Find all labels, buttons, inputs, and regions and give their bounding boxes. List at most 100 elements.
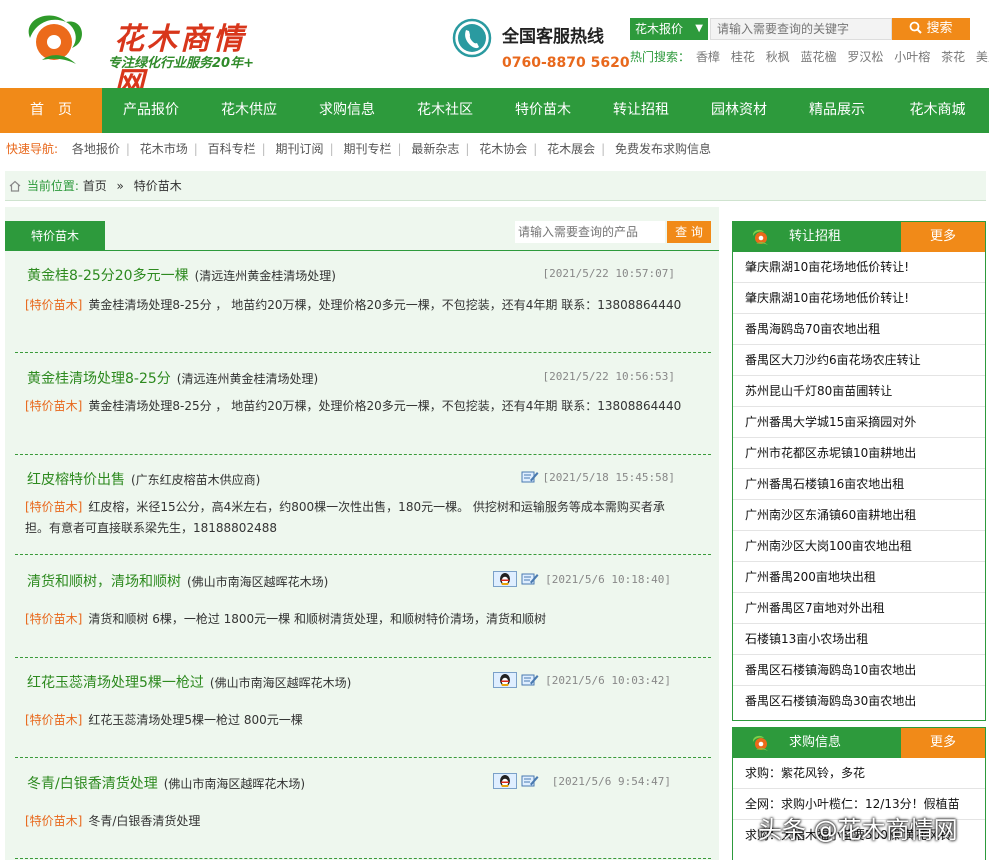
divider: |: [329, 142, 334, 156]
hot-term[interactable]: 秋枫: [766, 50, 790, 64]
transfer-item[interactable]: 广州市花都区赤坭镇10亩耕地出: [733, 438, 985, 469]
qq-icon[interactable]: [493, 773, 517, 789]
nav-item-materials[interactable]: 园林资材: [690, 88, 788, 133]
divider: |: [261, 142, 266, 156]
tab-special[interactable]: 特价苗木: [5, 221, 105, 251]
listing-desc-text: 清货和顺树 6棵，一枪过 1800元一棵 和顺树清货处理，和顺树特价清场，清货和…: [88, 612, 546, 626]
special-listings-panel: 特价苗木 查 询 黄金桂8-25分20多元一棵 (清远连州黄金桂清场处理) [20…: [5, 207, 719, 860]
hot-term[interactable]: 蓝花楹: [801, 50, 837, 64]
hot-term[interactable]: 桂花: [731, 50, 755, 64]
flower-icon: [752, 735, 768, 751]
purchase-item[interactable]: 求购：紫花风铃，多花: [733, 758, 985, 789]
quick-nav-item[interactable]: 免费发布求购信息: [615, 142, 711, 156]
search-category-value: 花木报价: [635, 22, 684, 36]
listing-title[interactable]: 红花玉蕊清场处理5棵一枪过: [27, 675, 204, 691]
edit-icon[interactable]: [521, 773, 539, 789]
nav-item-price[interactable]: 产品报价: [102, 88, 200, 133]
transfer-box: 转让招租 更多 肇庆鼎湖10亩花场地低价转让! 肇庆鼎湖10亩花场地低价转让! …: [732, 221, 986, 721]
listing-tag: [特价苗木]: [25, 612, 83, 626]
listing-company: (佛山市南海区越晖花木场): [187, 575, 329, 589]
listing-desc-text: 红花玉蕊清场处理5棵一枪过 800元一棵: [88, 713, 303, 727]
quick-nav: 快速导航: 各地报价 | 花木市场 | 百科专栏 | 期刊订阅 | 期刊专栏 | 最新杂志…: [0, 133, 989, 165]
nav-item-supply[interactable]: 花木供应: [200, 88, 298, 133]
qq-icon[interactable]: [493, 571, 517, 587]
product-search-input[interactable]: [515, 221, 665, 243]
home-icon: [9, 180, 21, 192]
logo-slogan: 专注绿化行业服务20年+: [108, 56, 254, 71]
search-input[interactable]: [710, 18, 892, 40]
flower-icon: [752, 229, 768, 245]
transfer-item[interactable]: 番禺海鸥岛70亩农地出租: [733, 314, 985, 345]
nav-item-home[interactable]: 首 页: [0, 88, 102, 133]
listing-desc: [特价苗木] 红皮榕，米径15公分，高4米左右，约800棵一次性出售，180元一棵…: [25, 497, 685, 539]
main-nav: 首 页 产品报价 花木供应 求购信息 花木社区 特价苗木 转让招租 园林资材 精…: [0, 88, 989, 133]
transfer-item[interactable]: 广州南沙区大岗100亩农地出租: [733, 531, 985, 562]
transfer-item[interactable]: 广州番禺大学城15亩采摘园对外: [733, 407, 985, 438]
quick-nav-item[interactable]: 期刊专栏: [343, 142, 391, 156]
flower-logo-icon: [28, 15, 83, 64]
site-logo[interactable]: 花木商情网 专注绿化行业服务20年+: [22, 8, 262, 101]
listing-desc: [特价苗木] 清货和顺树 6棵，一枪过 1800元一棵 和顺树清货处理，和顺树特价…: [25, 609, 685, 630]
hot-term[interactable]: 茶花: [941, 50, 965, 64]
quick-nav-item[interactable]: 花木市场: [140, 142, 188, 156]
transfer-item[interactable]: 广州番禺石楼镇16亩农地出租: [733, 469, 985, 500]
nav-item-mall[interactable]: 花木商城: [886, 88, 989, 133]
quick-nav-item[interactable]: 花木协会: [479, 142, 527, 156]
hotline-number: 0760-8870 5620: [502, 55, 630, 71]
hot-term[interactable]: 罗汉松: [847, 50, 883, 64]
transfer-item[interactable]: 广州南沙区东涌镇60亩耕地出租: [733, 500, 985, 531]
edit-icon[interactable]: [521, 571, 539, 587]
edit-icon[interactable]: [521, 469, 539, 485]
quick-nav-item[interactable]: 期刊订阅: [276, 142, 324, 156]
hot-search-label: 热门搜索：: [630, 50, 691, 64]
hotline-title: 全国客服热线: [502, 27, 604, 47]
transfer-item[interactable]: 肇庆鼎湖10亩花场地低价转让!: [733, 252, 985, 283]
transfer-item[interactable]: 肇庆鼎湖10亩花场地低价转让!: [733, 283, 985, 314]
listing-title[interactable]: 黄金桂清场处理8-25分: [27, 371, 171, 387]
listing-company: (佛山市南海区越晖花木场): [163, 777, 306, 791]
transfer-item[interactable]: 广州番禺区7亩地对外出租: [733, 593, 985, 624]
nav-item-special[interactable]: 特价苗木: [494, 88, 592, 133]
purchase-box-title: 求购信息: [789, 735, 842, 750]
transfer-item[interactable]: 番禺区石楼镇海鸥岛30亩农地出: [733, 686, 985, 717]
transfer-box-title: 转让招租: [789, 229, 842, 244]
listing-tag: [特价苗木]: [25, 500, 83, 514]
listing-title[interactable]: 冬青/白银香清货处理: [27, 776, 158, 792]
product-search-button[interactable]: 查 询: [667, 221, 711, 243]
nav-item-showcase[interactable]: 精品展示: [788, 88, 886, 133]
purchase-box-header: 求购信息 更多: [733, 728, 985, 758]
search-button[interactable]: 搜索: [892, 18, 970, 40]
listing-desc: [特价苗木] 红花玉蕊清场处理5棵一枪过 800元一棵: [25, 710, 685, 731]
nav-item-transfer[interactable]: 转让招租: [592, 88, 690, 133]
listing-item: 清货和顺树，清场和顺树 (佛山市南海区越晖花木场) [2021/5/6 10:18…: [15, 563, 711, 658]
listing-desc-text: 红皮榕，米径15公分，高4米左右，约800棵一次性出售，180元一棵。 供挖树和…: [25, 500, 665, 535]
listing-desc-text: 黄金桂清场处理8-25分 ， 地苗约20万棵，处理价格20多元一棵，不包挖装，还…: [88, 298, 682, 312]
phone-icon: [452, 18, 492, 58]
listing-title[interactable]: 黄金桂8-25分20多元一棵: [27, 268, 189, 284]
edit-icon[interactable]: [521, 672, 539, 688]
transfer-item[interactable]: 广州番禺200亩地块出租: [733, 562, 985, 593]
nav-item-purchase[interactable]: 求购信息: [298, 88, 396, 133]
listing-item: 黄金桂清场处理8-25分 (清远连州黄金桂清场处理) [2021/5/22 10:…: [15, 360, 711, 455]
search-category-select[interactable]: 花木报价 ▼: [630, 18, 708, 40]
transfer-item[interactable]: 番禺区大刀沙约6亩花场农庄转让: [733, 345, 985, 376]
listing-title[interactable]: 清货和顺树，清场和顺树: [27, 574, 181, 590]
qq-icon[interactable]: [493, 672, 517, 688]
quick-nav-item[interactable]: 各地报价: [72, 142, 120, 156]
transfer-item[interactable]: 番禺区石楼镇海鸥岛10亩农地出: [733, 655, 985, 686]
breadcrumb-home-link[interactable]: 首页: [83, 179, 107, 193]
transfer-more-button[interactable]: 更多: [901, 222, 985, 252]
nav-item-community[interactable]: 花木社区: [396, 88, 494, 133]
hot-term[interactable]: 小叶榕: [894, 50, 930, 64]
purchase-more-button[interactable]: 更多: [901, 728, 985, 758]
hot-term[interactable]: 美人梅: [976, 50, 989, 64]
quick-nav-item[interactable]: 花木展会: [547, 142, 595, 156]
transfer-item[interactable]: 石楼镇13亩小农场出租: [733, 624, 985, 655]
listing-company: (佛山市南海区越晖花木场): [209, 676, 352, 690]
listing-desc: [特价苗木] 黄金桂清场处理8-25分 ， 地苗约20万棵，处理价格20多元一棵，…: [25, 295, 685, 316]
listing-title[interactable]: 红皮榕特价出售: [27, 472, 125, 488]
quick-nav-item[interactable]: 百科专栏: [208, 142, 256, 156]
quick-nav-item[interactable]: 最新杂志: [411, 142, 459, 156]
transfer-item[interactable]: 苏州昆山千灯80亩苗圃转让: [733, 376, 985, 407]
hot-term[interactable]: 香樟: [696, 50, 720, 64]
